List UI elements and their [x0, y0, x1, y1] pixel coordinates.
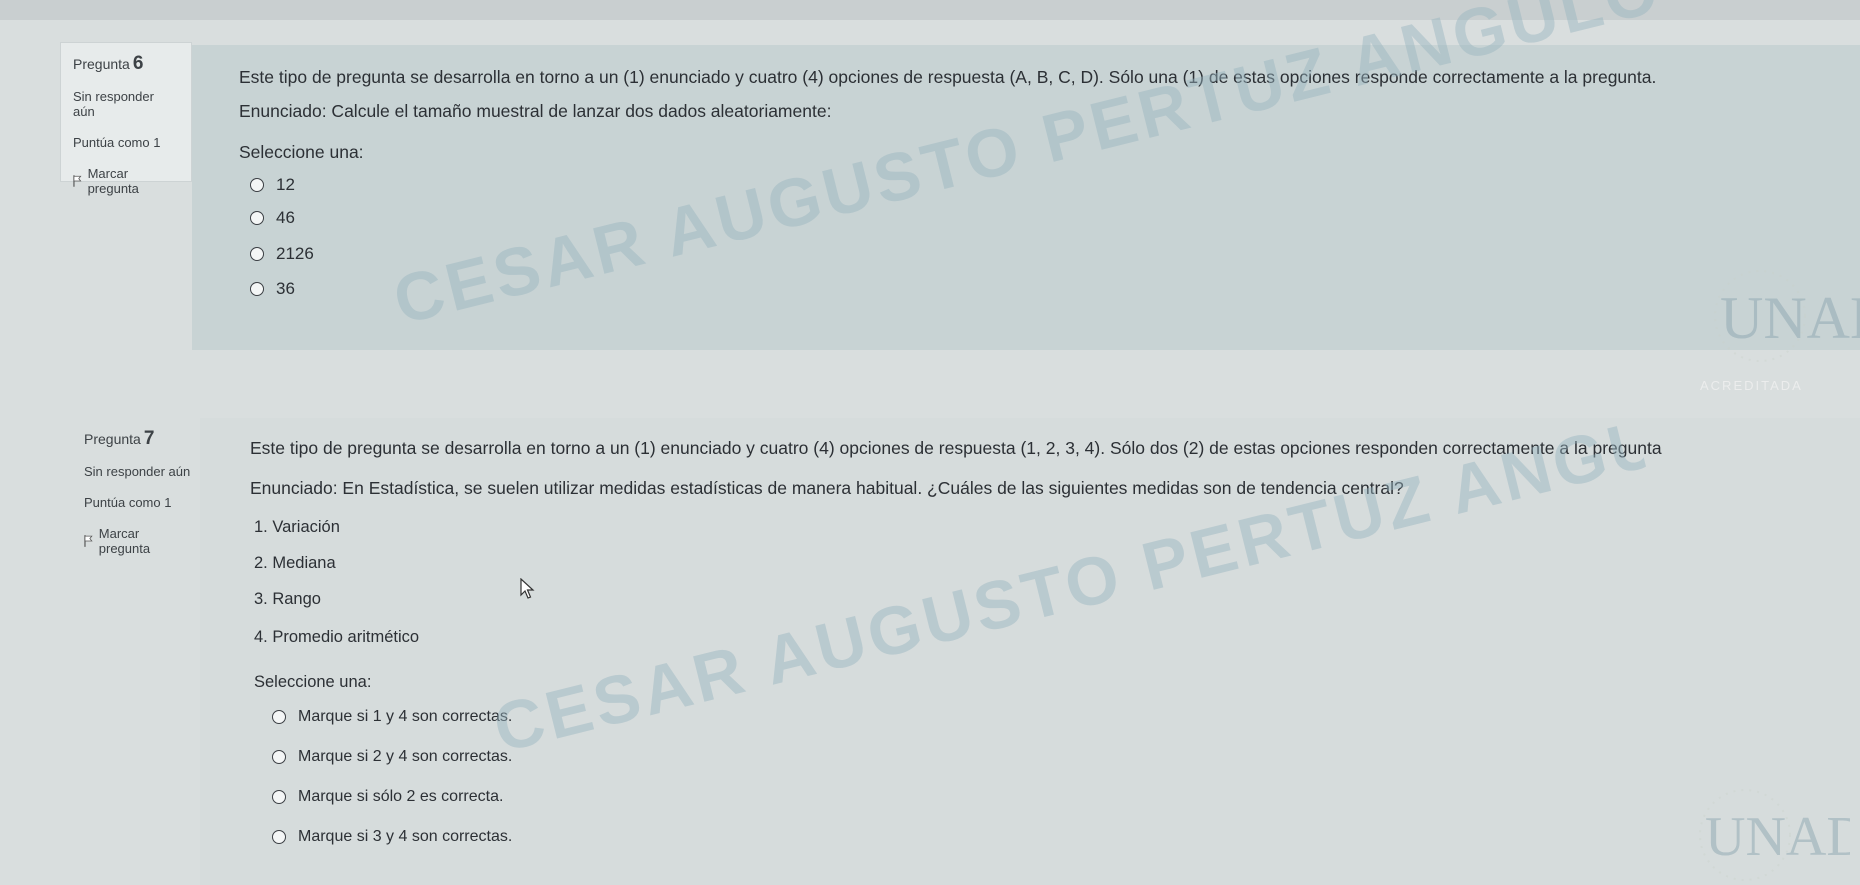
answer-option[interactable]: 2126: [250, 244, 314, 264]
top-strip: [0, 0, 1860, 20]
statement-text: Enunciado: Calcule el tamaño muestral de…: [239, 101, 832, 121]
flag-icon: [73, 175, 82, 187]
instructions-text: Este tipo de pregunta se desarrolla en t…: [239, 67, 1657, 87]
radio-button[interactable]: [250, 178, 264, 192]
radio-button[interactable]: [272, 790, 286, 804]
question-status: Sin responder aún: [84, 464, 191, 479]
answer-option[interactable]: Marque si 1 y 4 son correctas.: [272, 708, 512, 726]
radio-button[interactable]: [272, 830, 286, 844]
question-score: Puntúa como 1: [84, 495, 172, 510]
radio-button[interactable]: [250, 282, 264, 296]
list-item: 4. Promedio aritmético: [254, 628, 420, 646]
list-item: 2. Mediana: [254, 554, 336, 572]
question-info-7: Pregunta 7 Sin responder aún Puntúa como …: [72, 418, 204, 556]
list-item: 1. Variación: [254, 518, 340, 536]
radio-button[interactable]: [250, 247, 264, 261]
question-number: Pregunta 6: [73, 53, 144, 74]
question-score: Puntúa como 1: [73, 135, 161, 150]
answer-option[interactable]: 36: [250, 279, 295, 299]
answer-option[interactable]: 46: [250, 208, 295, 228]
select-label: Seleccione una:: [254, 673, 372, 691]
select-label: Seleccione una:: [239, 142, 364, 162]
radio-button[interactable]: [272, 710, 286, 724]
statement-text: Enunciado: En Estadística, se suelen uti…: [250, 478, 1404, 498]
question-status: Sin responder aún: [73, 89, 154, 119]
flag-question-button[interactable]: Marcar pregunta: [73, 166, 179, 196]
flag-icon: [84, 535, 93, 547]
answer-option[interactable]: Marque si sólo 2 es correcta.: [272, 788, 503, 806]
instructions-text: Este tipo de pregunta se desarrolla en t…: [250, 438, 1662, 458]
list-item: 3. Rango: [254, 590, 321, 608]
question-info-6: Pregunta 6 Sin responder aún Puntúa como …: [60, 42, 192, 196]
radio-button[interactable]: [250, 211, 264, 225]
answer-option[interactable]: 12: [250, 175, 295, 195]
question-content-6: Este tipo de pregunta se desarrolla en t…: [192, 45, 1860, 350]
answer-option[interactable]: Marque si 2 y 4 son correctas.: [272, 748, 512, 766]
question-number: Pregunta 7: [84, 428, 155, 449]
answer-option[interactable]: Marque si 3 y 4 son correctas.: [272, 828, 512, 846]
flag-question-button[interactable]: Marcar pregunta: [84, 526, 192, 556]
radio-button[interactable]: [272, 750, 286, 764]
svg-text:ACREDITADA: ACREDITADA: [1700, 378, 1803, 393]
question-content-7: Este tipo de pregunta se desarrolla en t…: [200, 418, 1860, 885]
mouse-cursor-icon: [520, 578, 535, 599]
